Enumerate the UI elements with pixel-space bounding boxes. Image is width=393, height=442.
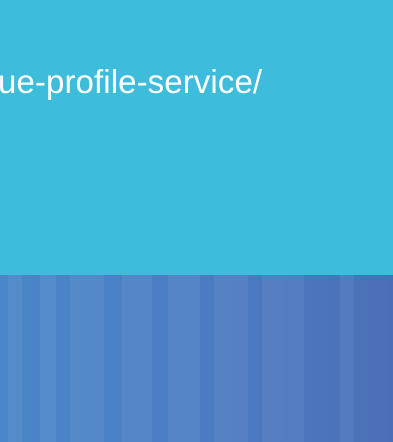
hero-banner: ue-profile-service/ [0,0,393,275]
decorative-stripe [262,275,304,442]
decorative-striped-panel [0,275,393,442]
decorative-stripe [8,275,22,442]
decorative-stripe [40,275,56,442]
decorative-stripe [122,275,152,442]
decorative-stripe [168,275,200,442]
decorative-stripe [340,275,354,442]
decorative-stripe [214,275,248,442]
decorative-stripe [70,275,104,442]
url-path-text: ue-profile-service/ [0,63,263,100]
